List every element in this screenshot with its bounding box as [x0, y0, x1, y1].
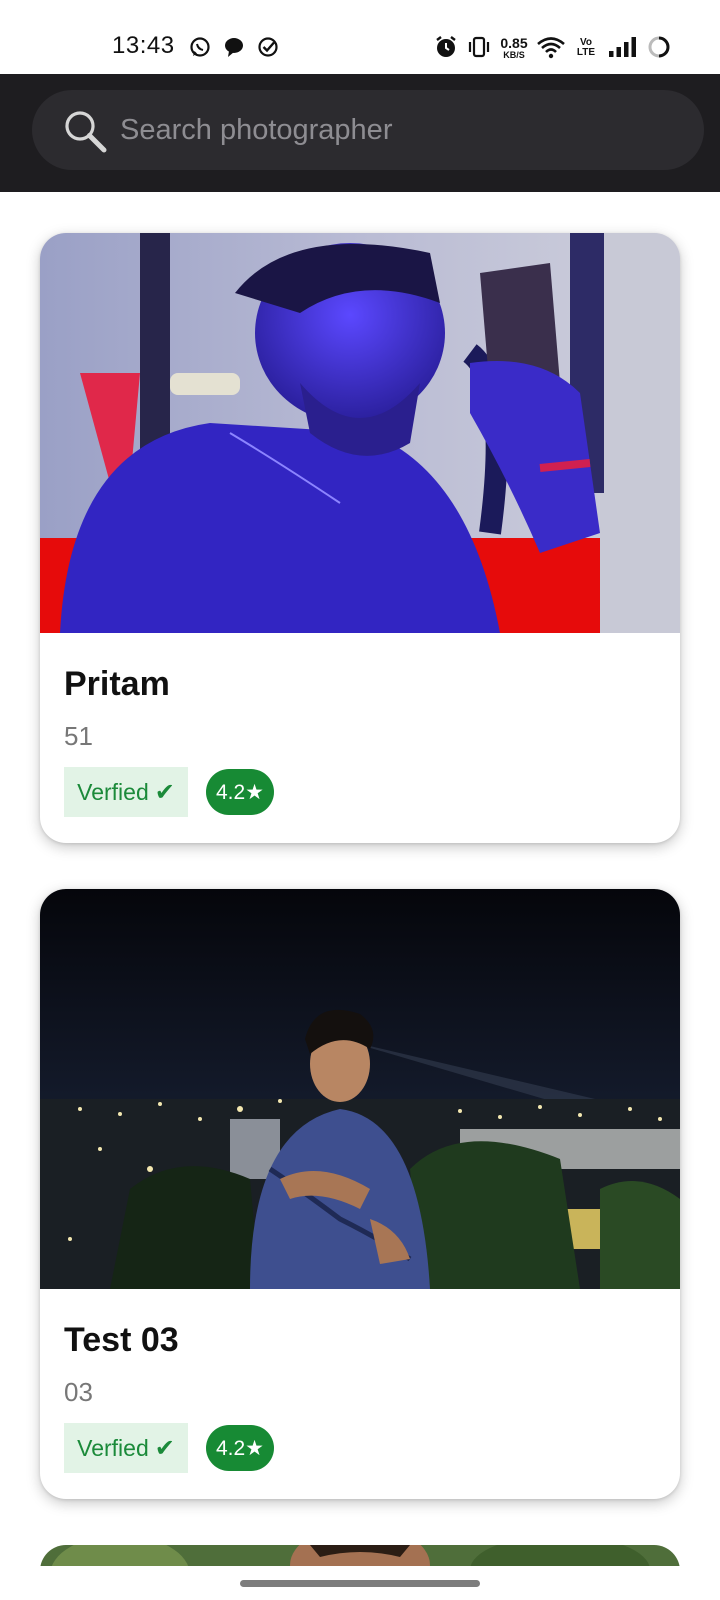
verified-label: Verfied: [77, 1434, 149, 1461]
photographer-photo: [40, 233, 680, 633]
photographer-name: Test 03: [64, 1321, 179, 1359]
photographer-subtitle: 51: [64, 721, 93, 751]
vibrate-icon: [466, 34, 492, 60]
rating-badge: 4.2★: [206, 1425, 274, 1471]
search-header: [0, 74, 720, 192]
photographer-photo: [40, 889, 680, 1289]
search-bar[interactable]: [32, 90, 704, 170]
signal-icon: [608, 34, 638, 60]
checkmark-icon: ✔: [154, 778, 175, 806]
status-time: 13:43: [112, 32, 175, 59]
photographer-card[interactable]: Test 03 03 Verfied ✔ 4.2★: [40, 889, 680, 1499]
search-input[interactable]: [120, 90, 680, 170]
net-speed-unit: KB/S: [503, 50, 525, 60]
photographer-card[interactable]: Pritam 51 Verfied ✔ 4.2★: [40, 233, 680, 843]
battery-icon: [646, 34, 672, 60]
wifi-icon: [536, 34, 566, 60]
verified-badge: Verfied ✔: [64, 1423, 188, 1473]
verified-label: Verfied: [77, 778, 149, 805]
net-speed-value: 0.85: [500, 35, 528, 51]
whatsapp-icon: [188, 34, 212, 60]
checkmark-icon: ✔: [154, 1434, 175, 1462]
search-icon: [62, 108, 108, 154]
volte-bottom: LTE: [576, 47, 596, 58]
check-circle-icon: [256, 34, 280, 60]
home-indicator[interactable]: [240, 1580, 480, 1587]
volte-icon: Vo LTE: [574, 38, 598, 58]
photographer-subtitle: 03: [64, 1377, 93, 1407]
photographer-name: Pritam: [64, 665, 170, 703]
alarm-icon: [433, 34, 459, 60]
status-bar: 13:43 0.85 KB/S Vo LTE: [0, 0, 720, 74]
net-speed-readout: 0.85 KB/S: [497, 36, 531, 60]
chat-bubble-icon: [222, 34, 246, 60]
verified-badge: Verfied ✔: [64, 767, 188, 817]
rating-badge: 4.2★: [206, 769, 274, 815]
